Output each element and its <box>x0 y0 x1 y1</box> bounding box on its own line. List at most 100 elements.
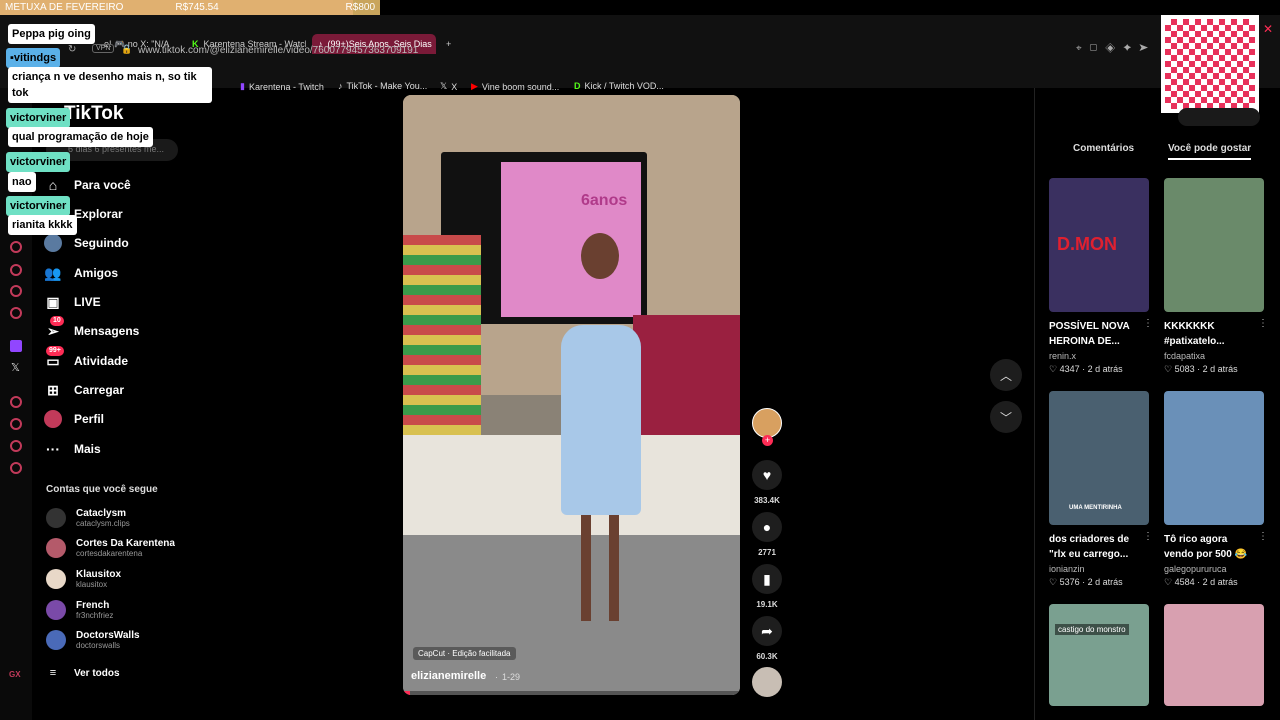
nav-friends[interactable]: 👥 Amigos <box>44 264 118 282</box>
avatar <box>46 538 66 558</box>
chevron-up-icon: ︿ <box>999 368 1012 383</box>
card-title: POSSÍVEL NOVA HEROINA DE... <box>1049 321 1130 347</box>
bookmark-label: Karentena - Twitch <box>248 81 324 92</box>
tiktok-logo[interactable]: TikTok <box>64 103 123 125</box>
nav-following[interactable]: Seguindo <box>44 234 129 252</box>
share-action[interactable]: ➦ 60.3K <box>752 616 782 661</box>
nav-label: Carregar <box>74 383 125 397</box>
music-disc-icon[interactable] <box>752 667 782 697</box>
video-card[interactable]: KKKKKKK #patixatelo... fcdapatixa ♡ 5083… <box>1164 178 1268 375</box>
bookmark-karentena[interactable]: ▮ Karentena - Twitch <box>240 81 324 92</box>
thumb-text: D.MON <box>1057 234 1117 254</box>
following-account[interactable]: DoctorsWalls doctorswalls <box>46 630 140 650</box>
tab-comments[interactable]: Comentários <box>1073 143 1134 154</box>
bookmark-action[interactable]: ▮ 19.1K <box>752 564 782 609</box>
qr-code <box>1161 15 1259 113</box>
video-card[interactable]: Tô rico agora vendo por 500 😂 galegopuru… <box>1164 391 1268 588</box>
following-account[interactable]: French fr3nchfriez <box>46 600 113 620</box>
goal-current: R$745.54 <box>175 2 219 13</box>
chat-message: nao <box>8 172 36 192</box>
toolbar-icons[interactable]: ⌖▢◈✦➤ <box>1076 43 1156 54</box>
sidebar-app-icon[interactable] <box>10 264 22 276</box>
card-likes: 5376 <box>1059 577 1080 587</box>
chevron-down-icon: ﹀ <box>999 410 1012 425</box>
settings-icon[interactable] <box>10 462 22 474</box>
gift-boxes-red <box>633 315 740 435</box>
heart-icon: ♥ <box>752 460 782 490</box>
follow-plus-icon[interactable]: + <box>762 435 773 446</box>
chat-message: qual programação de hoje <box>8 127 153 147</box>
author-avatar[interactable] <box>752 408 782 438</box>
previous-video-button[interactable]: ︿ <box>990 359 1022 391</box>
bookmark-icon: ▮ <box>752 564 782 594</box>
address-bar[interactable]: www.tiktok.com/@elizianemirelle/video/76… <box>138 45 418 56</box>
more-options-icon[interactable]: ⋮ <box>1258 531 1268 542</box>
account-name: French <box>76 600 110 611</box>
sidebar-app-icon[interactable] <box>10 307 22 319</box>
video-date: 1-29 <box>502 672 521 682</box>
card-likes: 4347 <box>1059 364 1080 374</box>
bookmark-tiktok[interactable]: ♪ TikTok - Make You... <box>338 81 427 91</box>
video-card[interactable]: UMA MENTIRINHA dos criadores de "rlx eu … <box>1049 391 1153 588</box>
qr-pattern <box>1165 19 1255 109</box>
nav-for-you[interactable]: ⌂ Para você <box>44 176 131 194</box>
sidebar-app-icon[interactable] <box>10 418 22 430</box>
chat-username-text: vitindgs <box>13 52 57 64</box>
sidebar-app-icon[interactable] <box>10 285 22 297</box>
twitch-icon[interactable] <box>10 340 22 352</box>
nav-upload[interactable]: ⊞ Carregar <box>44 381 124 399</box>
sidebar-app-icon[interactable] <box>10 241 22 253</box>
comment-action[interactable]: ● 2771 <box>752 512 782 557</box>
panel-toolbar[interactable] <box>1178 108 1260 126</box>
capcut-label[interactable]: CapCut · Edição facilitada <box>413 647 516 660</box>
profile-icon <box>44 410 62 428</box>
following-account[interactable]: Cataclysm cataclysm.clips <box>46 508 130 528</box>
card-age: 2 d atrás <box>1202 364 1238 374</box>
see-all-following[interactable]: ≡ Ver todos <box>44 664 120 682</box>
video-card[interactable] <box>1164 604 1264 706</box>
bookmark-x[interactable]: 𝕏X <box>440 81 457 92</box>
nav-live[interactable]: ▣ LIVE <box>44 293 101 311</box>
card-thumbnail <box>1164 391 1264 525</box>
tab-you-may-like[interactable]: Você pode gostar <box>1168 143 1252 160</box>
video-card[interactable]: D.MON POSSÍVEL NOVA HEROINA DE... renin.… <box>1049 178 1153 375</box>
video-progress-track[interactable] <box>403 691 740 695</box>
video-author[interactable]: elizianemirelle <box>411 670 486 682</box>
girl-leg <box>581 515 591 621</box>
bookmark-vine[interactable]: ▶ Vine boom sound... <box>471 81 559 92</box>
x-icon[interactable]: 𝕏 <box>11 361 20 374</box>
vpn-badge[interactable]: VPN <box>92 44 115 53</box>
sidebar-app-icon[interactable] <box>10 440 22 452</box>
nav-activity[interactable]: ▭ 99+ Atividade <box>44 346 129 370</box>
next-video-button[interactable]: ﹀ <box>990 401 1022 433</box>
gx-icon[interactable]: GX <box>9 670 21 679</box>
nav-label: Atividade <box>74 354 129 368</box>
reload-icon[interactable]: ↻ <box>68 44 76 55</box>
avatar <box>46 569 66 589</box>
list-icon: ≡ <box>49 667 57 679</box>
sidebar-app-icon[interactable] <box>10 396 22 408</box>
following-account[interactable]: Klausitox klausitox <box>46 569 121 589</box>
new-tab-button[interactable]: + <box>440 34 457 54</box>
close-icon[interactable]: ✕ <box>1263 22 1273 36</box>
video-date-dot: · <box>495 672 498 682</box>
nav-profile[interactable]: Perfil <box>44 410 104 428</box>
nav-label: LIVE <box>74 295 101 309</box>
more-options-icon[interactable]: ⋮ <box>1143 318 1153 329</box>
nav-messages[interactable]: ➢ 10 Mensagens <box>44 316 139 340</box>
bookmark-kick[interactable]: D Kick / Twitch VOD... <box>574 81 664 91</box>
goal-title: METUXA DE FEVEREIRO <box>5 2 124 13</box>
video-progress-fill <box>403 691 410 695</box>
chat-username: victorviner <box>6 196 71 216</box>
nav-label: Mais <box>74 442 101 456</box>
card-title: dos criadores de "rlx eu carrego... <box>1049 534 1130 560</box>
more-options-icon[interactable]: ⋮ <box>1143 531 1153 542</box>
more-options-icon[interactable]: ⋮ <box>1258 318 1268 329</box>
video-player[interactable]: 6anos CapCut · Edição facilitada elizian… <box>403 95 740 695</box>
activity-badge: 99+ <box>46 346 64 356</box>
nav-more[interactable]: ··· Mais <box>44 440 101 458</box>
account-handle: cataclysm.clips <box>76 519 130 528</box>
like-action[interactable]: ♥ 383.4K <box>752 460 782 505</box>
video-card[interactable]: castigo do monstro <box>1049 604 1149 706</box>
following-account[interactable]: Cortes Da Karentena cortesdakarentena <box>46 538 175 558</box>
